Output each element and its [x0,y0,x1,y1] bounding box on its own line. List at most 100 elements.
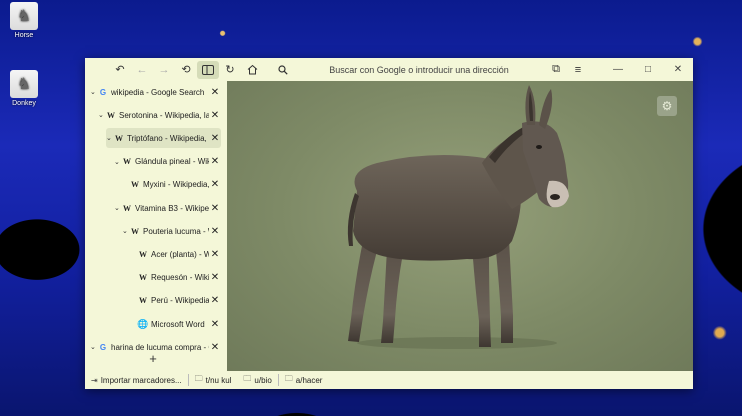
tab-close-button[interactable]: ✕ [209,133,221,144]
bookmark-folder-ahacer[interactable]: 🗀 a/hacer [279,373,329,387]
tab-close-button[interactable]: ✕ [209,179,221,190]
folder-icon: 🗀 [284,374,293,383]
menu-button[interactable]: ≡ [567,61,589,79]
address-placeholder: Buscar con Google o introducir una direc… [329,64,509,75]
chevron-down-icon[interactable]: ⌄ [90,88,98,96]
maximize-icon: □ [644,64,652,75]
arrow-right-icon: → [158,63,170,76]
tab-title: Requesón - Wikipedia [151,273,209,283]
tab-close-button[interactable]: ✕ [209,203,221,214]
chevron-down-icon[interactable]: ⌄ [106,134,114,142]
google-icon: G [99,342,107,352]
undo-close-tab-button[interactable]: ↶ [109,61,131,79]
wikipedia-icon: W [123,203,131,213]
tab-title: Acer (planta) - Wikip [151,249,209,259]
browser-window: ↶ ← → ⟲ ↻ Buscar con Google o introducir… [85,58,693,389]
tab-title: Serotonina - Wikipedia, la [119,110,209,120]
desktop-icon-horse[interactable]: ♞ Horse [4,2,44,39]
reload-icon: ↻ [225,64,235,76]
sync-icon: ⟲ [181,64,191,76]
tab-close-button[interactable]: ✕ [209,342,221,353]
tab-title: Pouteria lucuma - Wikip [143,226,209,236]
tab-close-button[interactable]: ✕ [209,110,221,121]
desktop-icon-label: Horse [14,32,34,39]
wikipedia-icon: W [139,249,147,259]
undo-icon: ↶ [115,64,125,76]
chevron-down-icon[interactable]: ⌄ [98,111,106,119]
tab-close-button[interactable]: ✕ [209,272,221,283]
home-button[interactable] [241,61,263,79]
plus-icon: + [149,351,157,366]
bookmarks-bar: ⇥ Importar marcadores... 🗀 t/nu kul 🗀 u/… [85,371,693,389]
tab-item[interactable]: W Perú - Wikipedia, la✕ [130,291,221,311]
tab-item[interactable]: 🌐 Microsoft Word ✕ [130,314,221,334]
forward-button[interactable]: → [153,61,175,79]
globe-icon: 🌐 [137,318,149,329]
horse-icon: ♞ [10,2,38,30]
tab-item[interactable]: W Acer (planta) - Wikip✕ [130,244,221,264]
home-icon [247,64,257,75]
tab-item[interactable]: ⌄W Glándula pineal - Wikip✕ [114,152,221,172]
tab-close-button[interactable]: ✕ [209,226,221,237]
tab-title: Myxini - Wikipedia, la [143,180,209,190]
close-window-button[interactable]: ✕ [663,64,693,75]
close-icon: ✕ [673,64,683,75]
address-bar[interactable]: Buscar con Google o introducir una direc… [293,61,545,79]
bookmark-folder-tnukul[interactable]: 🗀 t/nu kul [189,373,238,387]
bookmark-label: a/hacer [295,375,323,385]
puzzle-icon: ⧉ [552,63,560,75]
chevron-down-icon[interactable]: ⌄ [114,158,122,166]
bookmark-import[interactable]: ⇥ Importar marcadores... [85,373,188,387]
tab-title: Triptófano - Wikipedia, la [127,133,209,143]
tab-close-button[interactable]: ✕ [209,87,221,98]
maximize-button[interactable]: □ [633,64,663,75]
hamburger-icon: ≡ [574,63,582,76]
tab-item[interactable]: W Requesón - Wikipedia✕ [130,268,221,288]
bookmark-folder-ubio[interactable]: 🗀 u/bio [237,373,277,387]
sync-button[interactable]: ⟲ [175,61,197,79]
tab-close-button[interactable]: ✕ [209,319,221,330]
wikipedia-icon: W [139,296,147,306]
tab-item[interactable]: ⌄W Vitamina B3 - Wikipedia✕ [114,198,221,218]
google-icon: G [99,87,107,97]
new-tab-button[interactable]: + [145,351,161,367]
donkey-icon: ♞ [10,70,38,98]
folder-icon: 🗀 [194,374,203,383]
reload-button[interactable]: ↻ [219,61,241,79]
page-content[interactable]: ⚙ [227,81,693,371]
donkey-3d-model[interactable] [227,81,693,371]
tab-item[interactable]: ⌄ Gwikipedia - Google Search ✕ [90,82,221,102]
folder-icon: 🗀 [243,374,252,383]
tab-close-button[interactable]: ✕ [209,249,221,260]
tab-title: Perú - Wikipedia, la [151,296,209,306]
bookmark-label: Importar marcadores... [100,375,182,385]
wikipedia-icon: W [123,157,131,167]
bookmark-label: t/nu kul [205,375,232,385]
tab-title: Vitamina B3 - Wikipedia [135,203,209,213]
extensions-button[interactable]: ⧉ [545,61,567,79]
tab-close-button[interactable]: ✕ [209,156,221,167]
chevron-down-icon[interactable]: ⌄ [114,204,122,212]
tab-title: Microsoft Word [151,319,205,329]
tab-item[interactable]: ⌄ W Triptófano - Wikipedia, la ✕ [106,128,221,149]
tab-title: Glándula pineal - Wikip [135,157,209,167]
tab-tree-sidebar: ⌄ Gwikipedia - Google Search ✕ ⌄ W Serotonina… [85,81,227,371]
sidebar-toggle-button[interactable] [197,60,219,79]
back-button[interactable]: ← [131,61,153,79]
wikipedia-icon: W [115,133,123,143]
chevron-down-icon[interactable]: ⌄ [90,343,98,351]
import-icon: ⇥ [91,375,98,385]
wikipedia-icon: W [131,180,139,190]
desktop-icon-donkey[interactable]: ♞ Donkey [4,70,44,107]
tab-item[interactable]: W Myxini - Wikipedia, la✕ [122,175,221,195]
tab-item[interactable]: ⌄ W Serotonina - Wikipedia, la ✕ [98,105,221,125]
search-icon [273,64,293,75]
wikipedia-icon: W [139,273,147,283]
tab-item[interactable]: ⌄W Pouteria lucuma - Wikip✕ [122,221,221,241]
bookmark-label: u/bio [254,375,272,385]
tab-title: wikipedia - Google Search [111,87,205,97]
minimize-button[interactable]: — [603,64,633,75]
wikipedia-icon: W [131,226,139,236]
chevron-down-icon[interactable]: ⌄ [122,227,130,235]
tab-close-button[interactable]: ✕ [209,295,221,306]
